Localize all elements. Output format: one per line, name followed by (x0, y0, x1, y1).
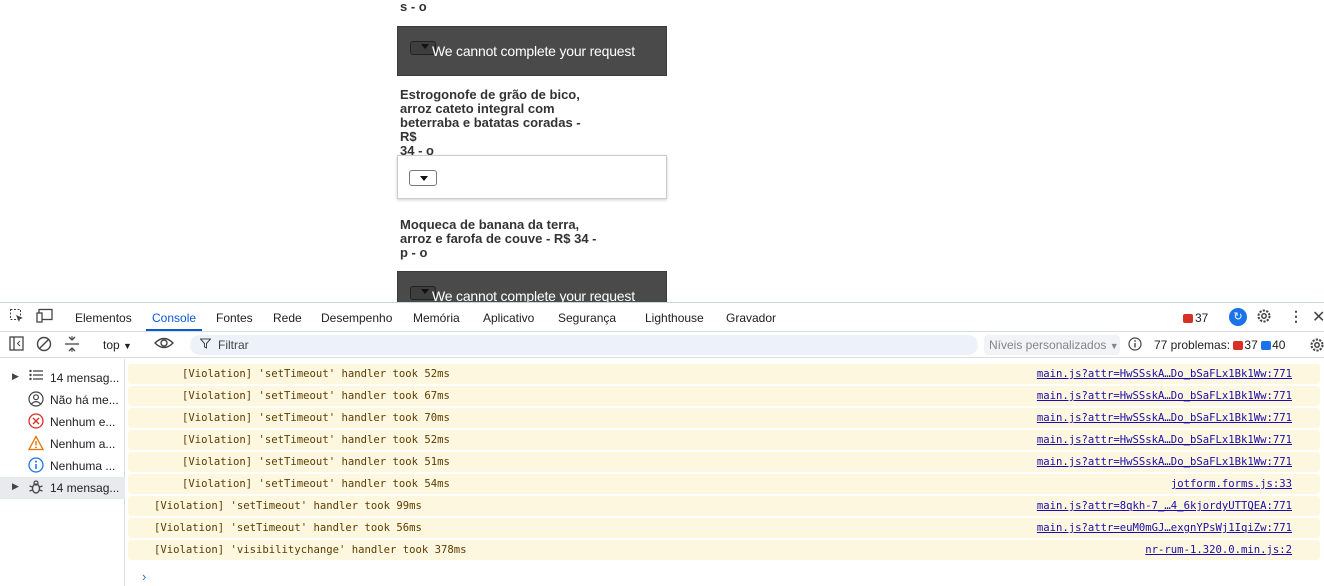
gear-icon[interactable] (1256, 308, 1272, 327)
console-message[interactable]: [Violation] 'setTimeout' handler took 52… (128, 364, 1320, 384)
sidebar-item-user-messages[interactable]: Não há me... (0, 389, 125, 411)
message-icon (1261, 341, 1272, 350)
tab-elementos[interactable]: Elementos (75, 311, 132, 325)
source-link[interactable]: main.js?attr=8qkh-7_…4_6kjordyUTTQEA:771 (1037, 500, 1292, 512)
sidebar-item-info[interactable]: Nenhuma ... (0, 455, 125, 477)
close-icon[interactable]: ✕ (1312, 307, 1324, 327)
user-icon (28, 391, 44, 407)
tab-seguranca[interactable]: Segurança (558, 311, 616, 325)
dropdown-error-bar[interactable]: We cannot complete your request (397, 271, 667, 302)
console-message[interactable]: [Violation] 'setTimeout' handler took 52… (128, 430, 1320, 450)
source-link[interactable]: main.js?attr=HwSSskA…Do_bSaFLx1Bk1Ww:771 (1037, 456, 1292, 468)
source-link[interactable]: jotform.forms.js:33 (1171, 478, 1292, 490)
menu-item-description: Moqueca de banana da terra, arroz e faro… (400, 217, 597, 260)
source-link[interactable]: main.js?attr=euM0mGJ…exgnYPsWj1IqiZw:771 (1037, 522, 1292, 534)
tab-aplicativo[interactable]: Aplicativo (483, 311, 534, 325)
collapse-groups-icon[interactable] (64, 335, 80, 356)
filter-placeholder: Filtrar (218, 338, 249, 352)
list-icon (28, 369, 44, 385)
filter-icon (199, 338, 212, 352)
console-sidebar: ▶ 14 mensag... Não há me... Nenhum e... … (0, 359, 125, 586)
tab-gravador[interactable]: Gravador (726, 311, 776, 325)
source-link[interactable]: main.js?attr=HwSSskA…Do_bSaFLx1Bk1Ww:771 (1037, 434, 1292, 446)
sync-icon[interactable]: ↻ (1229, 308, 1247, 326)
problems-counter[interactable]: 77 problemas: 37 40 (1154, 338, 1285, 352)
inspect-element-icon[interactable] (9, 308, 25, 327)
source-link[interactable]: main.js?attr=HwSSskA…Do_bSaFLx1Bk1Ww:771 (1037, 412, 1292, 424)
console-output: [Violation] 'setTimeout' handler took 52… (126, 359, 1324, 586)
active-tab-indicator (146, 329, 202, 331)
clear-console-icon[interactable] (36, 336, 52, 355)
warning-icon (27, 435, 45, 451)
quantity-dropdown[interactable] (397, 155, 667, 199)
sidebar-item-errors[interactable]: Nenhum e... (0, 411, 125, 433)
source-link[interactable]: nr-rum-1.320.0.min.js:2 (1145, 544, 1292, 556)
source-link[interactable]: main.js?attr=HwSSskA…Do_bSaFLx1Bk1Ww:771 (1037, 390, 1292, 402)
device-toolbar-icon[interactable] (36, 308, 54, 327)
error-message: We cannot complete your request (432, 43, 635, 59)
dropdown-select[interactable] (409, 170, 437, 186)
error-icon (28, 413, 44, 429)
eye-icon[interactable] (154, 335, 174, 354)
console-message[interactable]: [Violation] 'visibilitychange' handler t… (128, 540, 1320, 560)
console-message[interactable]: [Violation] 'setTimeout' handler took 67… (128, 386, 1320, 406)
dropdown-error-bar[interactable]: We cannot complete your request (397, 26, 667, 76)
console-message[interactable]: [Violation] 'setTimeout' handler took 99… (128, 496, 1320, 516)
devtools-tabbar: Elementos Console Fontes Rede Desempenho… (0, 303, 1324, 332)
info-icon (28, 457, 44, 473)
filter-input[interactable]: Filtrar (190, 335, 978, 355)
tab-lighthouse[interactable]: Lighthouse (645, 311, 704, 325)
gear-icon[interactable] (1309, 337, 1324, 356)
menu-item-fragment: s - o (400, 0, 427, 14)
error-icon (1183, 314, 1193, 323)
sidebar-item-messages[interactable]: ▶ 14 mensag... (0, 367, 125, 389)
error-icon (1233, 341, 1244, 350)
tab-memoria[interactable]: Memória (413, 311, 460, 325)
devtools-panel: Elementos Console Fontes Rede Desempenho… (0, 302, 1324, 586)
web-page: s - o We cannot complete your request Es… (0, 0, 1324, 302)
console-prompt-chevron-icon[interactable]: › (142, 569, 146, 584)
caret-down-icon: ▼ (123, 341, 132, 351)
caret-down-icon: ▼ (1109, 341, 1119, 351)
error-count-badge[interactable]: 37 (1183, 311, 1208, 325)
tab-desempenho[interactable]: Desempenho (321, 311, 392, 325)
console-message[interactable]: [Violation] 'setTimeout' handler took 70… (128, 408, 1320, 428)
tab-fontes[interactable]: Fontes (216, 311, 253, 325)
more-options-icon[interactable]: ⋮ (1289, 308, 1303, 325)
context-selector[interactable]: top ▼ (103, 338, 132, 352)
console-message[interactable]: [Violation] 'setTimeout' handler took 54… (128, 474, 1320, 494)
log-levels-dropdown[interactable]: Níveis personalizados ▼ (984, 335, 1120, 355)
expand-arrow-icon[interactable]: ▶ (12, 481, 19, 492)
source-link[interactable]: main.js?attr=HwSSskA…Do_bSaFLx1Bk1Ww:771 (1037, 368, 1292, 380)
tab-console[interactable]: Console (152, 311, 196, 325)
sidebar-item-warnings[interactable]: Nenhum a... (0, 433, 125, 455)
console-toolbar: top ▼ Filtrar Níveis personalizados ▼ 77… (0, 332, 1324, 358)
sidebar-item-verbose[interactable]: ▶ 14 mensag... (0, 477, 125, 499)
error-message: We cannot complete your request (432, 288, 635, 302)
console-message[interactable]: [Violation] 'setTimeout' handler took 56… (128, 518, 1320, 538)
console-message[interactable]: [Violation] 'setTimeout' handler took 51… (128, 452, 1320, 472)
tab-rede[interactable]: Rede (273, 311, 302, 325)
menu-item-description: Estrogonofe de grão de bico, arroz catet… (400, 87, 581, 158)
expand-arrow-icon[interactable]: ▶ (12, 371, 19, 382)
sidebar-toggle-icon[interactable] (9, 336, 24, 354)
info-icon[interactable] (1128, 337, 1142, 354)
bug-icon (28, 479, 44, 495)
